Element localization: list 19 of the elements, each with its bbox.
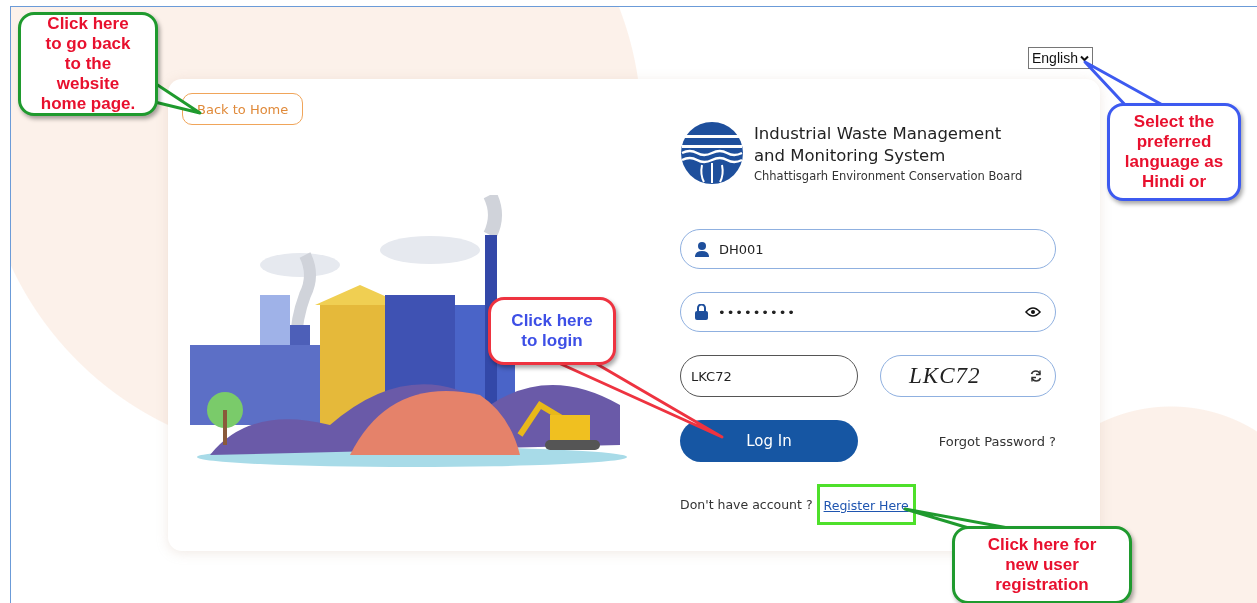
register-link[interactable]: Register Here bbox=[823, 498, 909, 513]
callout: Click here to go back to the website home page. bbox=[18, 12, 158, 116]
callout: Click here to login bbox=[488, 297, 616, 365]
captcha-text: LKC72 bbox=[909, 363, 981, 389]
forgot-password-link[interactable]: Forgot Password ? bbox=[938, 433, 1056, 449]
eye-icon[interactable] bbox=[1025, 307, 1041, 317]
app-title: Industrial Waste Management bbox=[754, 123, 1003, 145]
login-button[interactable]: Log In bbox=[680, 420, 858, 462]
organization-name: Chhattisgarh Environment Conservation Board bbox=[754, 169, 1023, 183]
lock-icon bbox=[695, 304, 708, 320]
logo-icon bbox=[680, 121, 744, 185]
password-field[interactable]: ••••••••• bbox=[680, 292, 1056, 332]
register-prompt: Don't have account ? bbox=[680, 497, 813, 512]
chevron-down-icon bbox=[1079, 54, 1089, 62]
app-title: and Monitoring System bbox=[754, 145, 947, 167]
language-select[interactable]: English bbox=[1028, 47, 1093, 69]
user-icon bbox=[695, 241, 709, 257]
username-field[interactable]: DH001 bbox=[680, 229, 1056, 269]
refresh-icon[interactable] bbox=[1029, 369, 1043, 383]
